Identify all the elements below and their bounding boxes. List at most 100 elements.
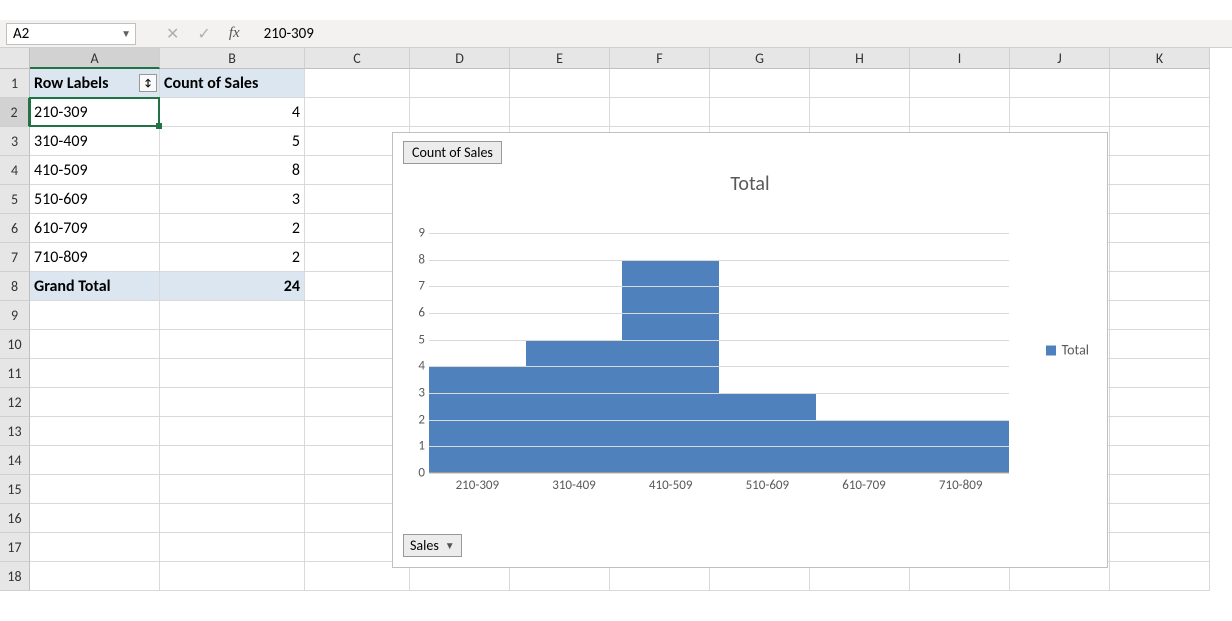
column-header-k[interactable]: K [1110,48,1210,69]
cell-K1[interactable] [1110,69,1210,98]
row-header-7[interactable]: 7 [0,243,30,272]
cell-A15[interactable] [30,475,160,504]
cell-K9[interactable] [1110,301,1210,330]
cell-F2[interactable] [610,98,710,127]
cell-B14[interactable] [160,446,305,475]
row-header-6[interactable]: 6 [0,214,30,243]
cell-B18[interactable] [160,562,305,591]
column-header-i[interactable]: I [910,48,1010,69]
chart-value-field-button[interactable]: Count of Sales [403,141,502,164]
cell-B2[interactable]: 4 [160,98,305,127]
chart-axis-field-button[interactable]: Sales ▼ [403,534,462,557]
cell-A7[interactable]: 710-809 [30,243,160,272]
cell-K4[interactable] [1110,156,1210,185]
cell-B1[interactable]: Count of Sales [160,69,305,98]
cell-K13[interactable] [1110,417,1210,446]
row-header-14[interactable]: 14 [0,446,30,475]
cell-A5[interactable]: 510-609 [30,185,160,214]
cell-A17[interactable] [30,533,160,562]
column-header-f[interactable]: F [610,48,710,69]
cell-I1[interactable] [910,69,1010,98]
cell-B10[interactable] [160,330,305,359]
cell-C2[interactable] [305,98,410,127]
row-header-9[interactable]: 9 [0,301,30,330]
cell-B6[interactable]: 2 [160,214,305,243]
cell-A8[interactable]: Grand Total [30,272,160,301]
name-box-dropdown-icon[interactable]: ▼ [121,27,131,40]
cell-A10[interactable] [30,330,160,359]
column-header-b[interactable]: B [160,48,305,69]
row-header-10[interactable]: 10 [0,330,30,359]
cell-K16[interactable] [1110,504,1210,533]
bar-310-409[interactable] [526,340,623,473]
cell-G1[interactable] [710,69,810,98]
row-header-5[interactable]: 5 [0,185,30,214]
pivot-chart[interactable]: Count of Sales Total Total 0123456789 21… [392,132,1108,568]
cell-K18[interactable] [1110,562,1210,591]
cell-B16[interactable] [160,504,305,533]
cell-C1[interactable] [305,69,410,98]
row-header-18[interactable]: 18 [0,562,30,591]
select-all-cell[interactable] [0,48,30,69]
column-header-e[interactable]: E [510,48,610,69]
cell-B15[interactable] [160,475,305,504]
column-header-h[interactable]: H [810,48,910,69]
cell-K14[interactable] [1110,446,1210,475]
fx-icon[interactable]: fx [229,25,240,42]
column-header-d[interactable]: D [410,48,510,69]
cell-B12[interactable] [160,388,305,417]
cell-K15[interactable] [1110,475,1210,504]
bar-510-609[interactable] [719,393,816,473]
cell-H2[interactable] [810,98,910,127]
cell-K2[interactable] [1110,98,1210,127]
cell-B3[interactable]: 5 [160,127,305,156]
cell-K6[interactable] [1110,214,1210,243]
cell-K3[interactable] [1110,127,1210,156]
column-header-g[interactable]: G [710,48,810,69]
row-header-3[interactable]: 3 [0,127,30,156]
row-header-8[interactable]: 8 [0,272,30,301]
formula-input[interactable]: 210-309 [264,25,314,43]
cell-A9[interactable] [30,301,160,330]
cell-J1[interactable] [1010,69,1110,98]
cell-D1[interactable] [410,69,510,98]
cell-A16[interactable] [30,504,160,533]
cell-F1[interactable] [610,69,710,98]
cell-K11[interactable] [1110,359,1210,388]
row-header-16[interactable]: 16 [0,504,30,533]
cell-B4[interactable]: 8 [160,156,305,185]
cell-B17[interactable] [160,533,305,562]
row-header-12[interactable]: 12 [0,388,30,417]
cell-B9[interactable] [160,301,305,330]
cell-J2[interactable] [1010,98,1110,127]
cell-B13[interactable] [160,417,305,446]
cell-A1[interactable]: Row Labels↕ [30,69,160,98]
cell-K8[interactable] [1110,272,1210,301]
cell-E2[interactable] [510,98,610,127]
row-header-4[interactable]: 4 [0,156,30,185]
row-header-17[interactable]: 17 [0,533,30,562]
row-header-13[interactable]: 13 [0,417,30,446]
cell-A18[interactable] [30,562,160,591]
cell-D2[interactable] [410,98,510,127]
name-box[interactable]: A2 ▼ [6,23,136,45]
row-header-2[interactable]: 2 [0,98,30,127]
cell-B7[interactable]: 2 [160,243,305,272]
cell-A6[interactable]: 610-709 [30,214,160,243]
cell-H1[interactable] [810,69,910,98]
cell-A12[interactable] [30,388,160,417]
cell-E1[interactable] [510,69,610,98]
cell-K7[interactable] [1110,243,1210,272]
cell-K17[interactable] [1110,533,1210,562]
cell-K5[interactable] [1110,185,1210,214]
row-header-15[interactable]: 15 [0,475,30,504]
cell-G2[interactable] [710,98,810,127]
cell-A11[interactable] [30,359,160,388]
cell-B11[interactable] [160,359,305,388]
column-header-a[interactable]: A [30,48,160,69]
cell-A14[interactable] [30,446,160,475]
cell-B8[interactable]: 24 [160,272,305,301]
cell-B5[interactable]: 3 [160,185,305,214]
cell-A13[interactable] [30,417,160,446]
cell-A2[interactable]: 210-309 [30,98,160,127]
